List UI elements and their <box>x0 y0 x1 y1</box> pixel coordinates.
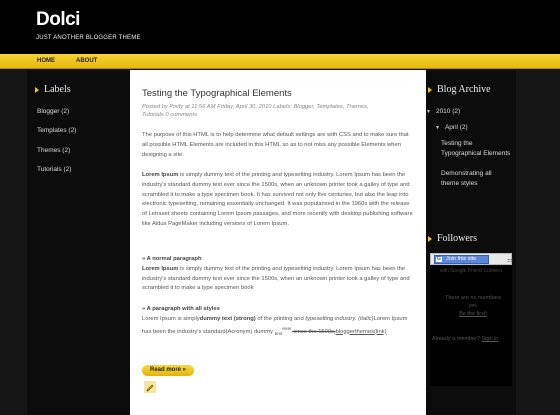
archive-month-april[interactable]: ▼ April (2) <box>435 124 468 131</box>
google-friend-connect-label: with Google Friend Connect <box>440 268 502 274</box>
archive-widget-title: Blog Archive <box>428 84 491 95</box>
join-site-button[interactable]: G Join this site <box>434 255 489 264</box>
styles-link[interactable]: bloggerthemes(link) <box>336 329 387 335</box>
triangle-down-icon[interactable]: ▼ <box>435 125 440 131</box>
normal-paragraph-heading: » A normal paragraph <box>142 256 202 262</box>
site-title[interactable]: Dolci <box>36 9 80 31</box>
post-meta: Posted by Pixify at 11:56 AM Friday, Apr… <box>142 103 404 119</box>
bullet-icon <box>428 86 432 93</box>
styles-sup: ever <box>282 326 292 332</box>
styles-text-b: of the printing and <box>255 315 306 322</box>
post-meta-line-2: Tutorials 0 comments <box>142 112 197 118</box>
already-member-text: Already a member? <box>432 336 480 342</box>
google-icon: G <box>436 256 442 262</box>
archive-year-label[interactable]: 2010 (2) <box>436 108 460 115</box>
archive-year-2010[interactable]: ▼ 2010 (2) <box>426 108 460 115</box>
main-content: Testing the Typographical Elements Poste… <box>130 70 426 415</box>
lorem-paragraph: Lorem Ipsum is simply dummy text of the … <box>142 171 414 230</box>
archive-month-label[interactable]: April (2) <box>445 124 468 131</box>
bullet-icon <box>428 235 432 242</box>
outer-left-margin <box>0 70 27 415</box>
styles-paragraph-section: » A paragraph with all styles Lorem Ipsu… <box>142 305 414 339</box>
nav-item-home[interactable]: HOME <box>37 58 55 64</box>
styles-italic: (italic) <box>358 315 374 322</box>
site-header: Dolci JUST ANOTHER BLOGGER THEME <box>0 0 560 54</box>
label-link-tutorials[interactable]: Tutorials (2) <box>37 166 71 173</box>
no-members-line-2: yet. <box>468 303 478 309</box>
left-sidebar: Labels Blogger (2) Templates (2) Themes … <box>27 70 130 415</box>
nav-bar: HOME ABOUT <box>0 54 560 69</box>
be-first-link[interactable]: Be the first! <box>442 310 504 318</box>
archive-post-link[interactable]: Demonstrating all theme styles <box>441 169 511 188</box>
archive-post-link[interactable]: Testing the Typographical Elements <box>441 139 511 158</box>
normal-paragraph-text: is simply dummy text of the printing and… <box>142 265 410 292</box>
read-more-button[interactable]: Read more » <box>142 365 194 376</box>
lorem-bold: Lorem Ipsum <box>142 172 179 178</box>
label-link-themes[interactable]: Themes (2) <box>37 147 70 154</box>
styles-sub: text <box>274 331 283 337</box>
labels-title-text: Labels <box>44 84 71 95</box>
gadget-settings-icon[interactable]: ⚏ <box>507 256 513 264</box>
followers-panel: with Google Friend Connect There are no … <box>430 266 512 386</box>
styles-paragraph-heading: » A paragraph with all styles <box>142 306 220 312</box>
site-description: JUST ANOTHER BLOGGER THEME <box>36 35 141 41</box>
styles-text-a: Lorem Ipsum is simply <box>142 315 200 322</box>
labels-widget-title: Labels <box>35 84 71 95</box>
normal-paragraph-section: » A normal paragraph Lorem Ipsum is simp… <box>142 255 414 294</box>
followers-title-text: Followers <box>437 233 477 244</box>
triangle-down-icon[interactable]: ▼ <box>426 109 431 115</box>
archive-title-text: Blog Archive <box>437 84 491 95</box>
post-title[interactable]: Testing the Typographical Elements <box>142 88 292 99</box>
nav-item-about[interactable]: ABOUT <box>76 58 97 64</box>
no-members-line-1: There are no members <box>445 295 501 301</box>
normal-lorem-bold: Lorem Ipsum <box>142 265 179 272</box>
no-members-text: There are no members yet. Be the first! <box>442 294 504 318</box>
label-link-blogger[interactable]: Blogger (2) <box>37 108 69 115</box>
label-link-templates[interactable]: Templates (2) <box>37 127 76 134</box>
outer-right-margin <box>516 70 560 415</box>
styles-strong: dummy text (strong) <box>199 315 256 322</box>
pencil-edit-icon[interactable] <box>144 380 156 393</box>
followers-widget-title: Followers <box>428 233 477 244</box>
friend-connect-header: G Join this site ⚏ <box>430 253 513 265</box>
post-intro: The purpose of this HTML is to help dete… <box>142 132 409 158</box>
already-member-row: Already a member? Sign in <box>432 336 498 342</box>
bullet-icon <box>35 86 39 93</box>
right-sidebar: Blog Archive ▼ 2010 (2) ▼ April (2) Testin… <box>426 70 516 415</box>
join-site-label[interactable]: Join this site <box>446 256 476 262</box>
lorem-text: is simply dummy text of the printing and… <box>142 172 413 227</box>
post-meta-line-1: Posted by Pixify at 11:56 AM Friday, Apr… <box>142 104 369 110</box>
styles-strike: since the 1500s, <box>291 328 336 335</box>
sign-in-link[interactable]: Sign in <box>482 336 499 342</box>
styles-em: typesetting industry. <box>305 315 357 322</box>
